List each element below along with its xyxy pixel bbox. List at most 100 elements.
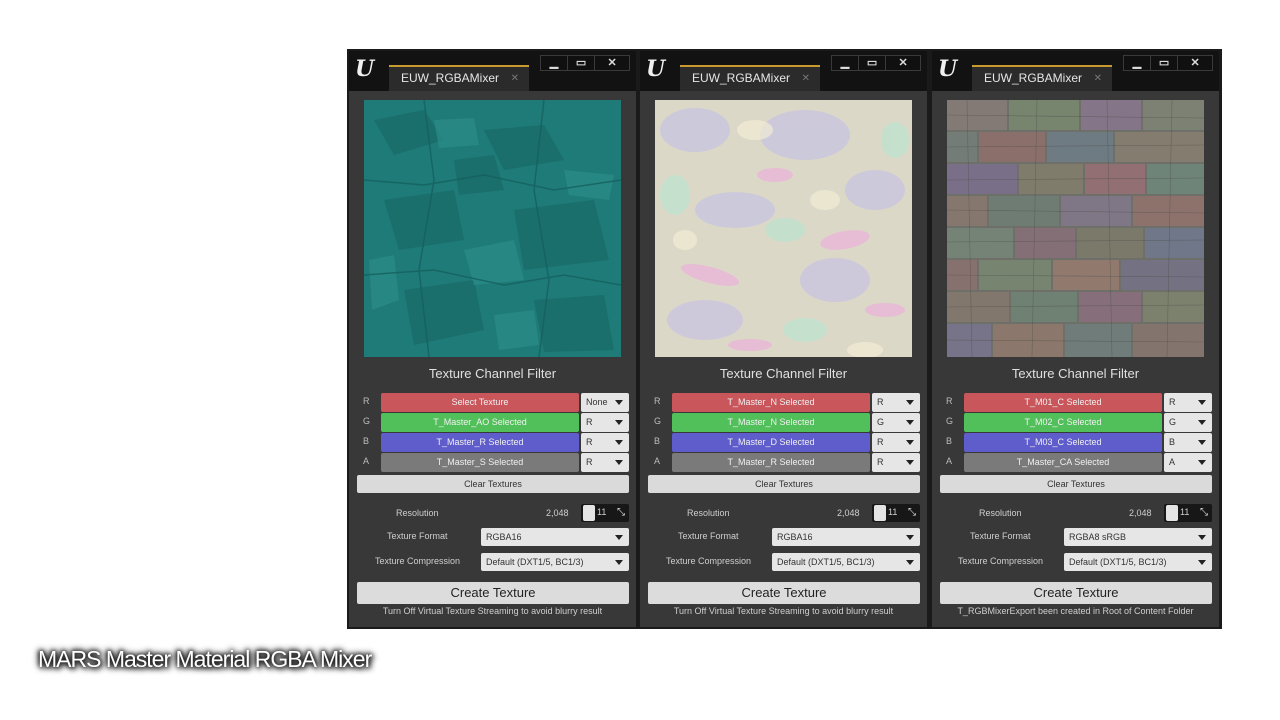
compression-dropdown[interactable]: Default (DXT1/5, BC1/3) — [1064, 553, 1212, 571]
minimize-icon[interactable]: ▁ — [832, 56, 860, 70]
channel-source-select[interactable]: R — [872, 453, 920, 472]
maximize-icon[interactable]: ▭ — [1151, 56, 1179, 70]
create-texture-button[interactable]: Create Texture — [940, 582, 1212, 604]
resolution-spinbox[interactable]: 11 ⤡ — [872, 504, 920, 522]
format-dropdown[interactable]: RGBA16 — [481, 528, 629, 546]
channel-source-select[interactable]: B — [1164, 433, 1212, 452]
editor-tab[interactable]: EUW_RGBAMixer ✕ — [972, 65, 1112, 91]
resolution-power: 11 — [888, 507, 898, 517]
resolution-spinbox[interactable]: 11 ⤡ — [581, 504, 629, 522]
spin-handle[interactable] — [874, 505, 886, 521]
clear-textures-button[interactable]: Clear Textures — [940, 475, 1212, 493]
channel-source-value: G — [877, 417, 885, 427]
channel-label: B — [363, 436, 370, 446]
spin-handle[interactable] — [1166, 505, 1178, 521]
chevron-down-icon — [615, 535, 623, 540]
clear-textures-button[interactable]: Clear Textures — [357, 475, 629, 493]
texture-preview — [364, 100, 621, 357]
create-texture-button[interactable]: Create Texture — [357, 582, 629, 604]
select-texture-button[interactable]: T_Master_AO Selected — [381, 413, 579, 432]
tab-close-icon[interactable]: ✕ — [802, 73, 810, 84]
select-texture-button[interactable]: T_Master_S Selected — [381, 453, 579, 472]
channel-source-select[interactable]: R — [581, 413, 629, 432]
clear-textures-button[interactable]: Clear Textures — [648, 475, 920, 493]
compression-dropdown[interactable]: Default (DXT1/5, BC1/3) — [481, 553, 629, 571]
select-texture-button[interactable]: T_Master_R Selected — [672, 453, 870, 472]
editor-tab[interactable]: EUW_RGBAMixer ✕ — [389, 65, 529, 91]
maximize-icon[interactable]: ▭ — [568, 56, 596, 70]
panel-titlebar: U EUW_RGBAMixer ✕ ▁ ▭ ✕ — [932, 51, 1219, 91]
channel-source-select[interactable]: None — [581, 393, 629, 412]
channel-source-select[interactable]: G — [872, 413, 920, 432]
minimize-icon[interactable]: ▁ — [1124, 56, 1152, 70]
compression-value: Default (DXT1/5, BC1/3) — [777, 557, 875, 567]
format-dropdown[interactable]: RGBA16 — [772, 528, 920, 546]
format-dropdown[interactable]: RGBA8 sRGB — [1064, 528, 1212, 546]
channel-source-select[interactable]: A — [1164, 453, 1212, 472]
channel-row-g: G T_Master_N Selected G — [640, 413, 927, 432]
channel-row-g: G T_M02_C Selected G — [932, 413, 1219, 432]
status-footnote: Turn Off Virtual Texture Streaming to av… — [673, 606, 894, 616]
select-texture-button[interactable]: T_Master_N Selected — [672, 393, 870, 412]
create-texture-button[interactable]: Create Texture — [648, 582, 920, 604]
tab-close-icon[interactable]: ✕ — [511, 73, 519, 84]
minimize-icon[interactable]: ▁ — [541, 56, 569, 70]
tab-close-icon[interactable]: ✕ — [1094, 73, 1102, 84]
channel-row-b: B T_Master_D Selected R — [640, 433, 927, 452]
channel-row-a: A T_Master_CA Selected A — [932, 453, 1219, 472]
select-texture-button[interactable]: Select Texture — [381, 393, 579, 412]
channel-source-select[interactable]: R — [581, 433, 629, 452]
resolution-power: 11 — [1180, 507, 1190, 517]
texture-preview — [947, 100, 1204, 357]
channel-source-select[interactable]: R — [581, 453, 629, 472]
select-texture-button[interactable]: T_Master_N Selected — [672, 413, 870, 432]
resolution-spinbox[interactable]: 11 ⤡ — [1164, 504, 1212, 522]
close-icon[interactable]: ✕ — [886, 56, 920, 70]
compression-label: Texture Compression — [666, 556, 752, 566]
resolution-value: 2,048 — [837, 508, 860, 518]
format-label: Texture Format — [970, 531, 1031, 541]
select-texture-button[interactable]: T_Master_R Selected — [381, 433, 579, 452]
spin-handle[interactable] — [583, 505, 595, 521]
chevron-down-icon — [906, 535, 914, 540]
format-label: Texture Format — [387, 531, 448, 541]
close-icon[interactable]: ✕ — [1178, 56, 1212, 70]
maximize-icon[interactable]: ▭ — [859, 56, 887, 70]
chevron-down-icon — [615, 460, 623, 465]
panel-titlebar: U EUW_RGBAMixer ✕ ▁ ▭ ✕ — [349, 51, 636, 91]
resolution-label: Resolution — [396, 508, 439, 518]
channel-row-r: R T_Master_N Selected R — [640, 393, 927, 412]
compression-label: Texture Compression — [958, 556, 1044, 566]
editor-tab[interactable]: EUW_RGBAMixer ✕ — [680, 65, 820, 91]
chevron-down-icon — [615, 440, 623, 445]
format-value: RGBA16 — [777, 532, 813, 542]
chevron-down-icon — [906, 420, 914, 425]
compression-dropdown[interactable]: Default (DXT1/5, BC1/3) — [772, 553, 920, 571]
resolution-label: Resolution — [979, 508, 1022, 518]
channel-label: G — [363, 416, 371, 426]
filter-title: Texture Channel Filter — [719, 366, 848, 381]
channel-label: G — [946, 416, 954, 426]
format-value: RGBA16 — [486, 532, 522, 542]
compression-value: Default (DXT1/5, BC1/3) — [1069, 557, 1167, 567]
format-value: RGBA8 sRGB — [1069, 532, 1127, 542]
select-texture-button[interactable]: T_Master_D Selected — [672, 433, 870, 452]
channel-source-value: G — [1169, 417, 1177, 427]
channel-row-a: A T_Master_R Selected R — [640, 453, 927, 472]
channel-label: B — [946, 436, 953, 446]
expand-arrows-icon[interactable]: ⤡ — [1200, 507, 1208, 518]
select-texture-button[interactable]: T_Master_CA Selected — [964, 453, 1162, 472]
slide-caption: MARS Master Material RGBA Mixer — [38, 646, 372, 672]
expand-arrows-icon[interactable]: ⤡ — [908, 507, 916, 518]
close-icon[interactable]: ✕ — [595, 56, 629, 70]
select-texture-button[interactable]: T_M02_C Selected — [964, 413, 1162, 432]
select-texture-button[interactable]: T_M01_C Selected — [964, 393, 1162, 412]
channel-source-select[interactable]: G — [1164, 413, 1212, 432]
chevron-down-icon — [906, 440, 914, 445]
expand-arrows-icon[interactable]: ⤡ — [617, 507, 625, 518]
channel-source-select[interactable]: R — [872, 393, 920, 412]
select-texture-button[interactable]: T_M03_C Selected — [964, 433, 1162, 452]
channel-source-select[interactable]: R — [1164, 393, 1212, 412]
channel-label: A — [363, 456, 370, 466]
channel-source-select[interactable]: R — [872, 433, 920, 452]
